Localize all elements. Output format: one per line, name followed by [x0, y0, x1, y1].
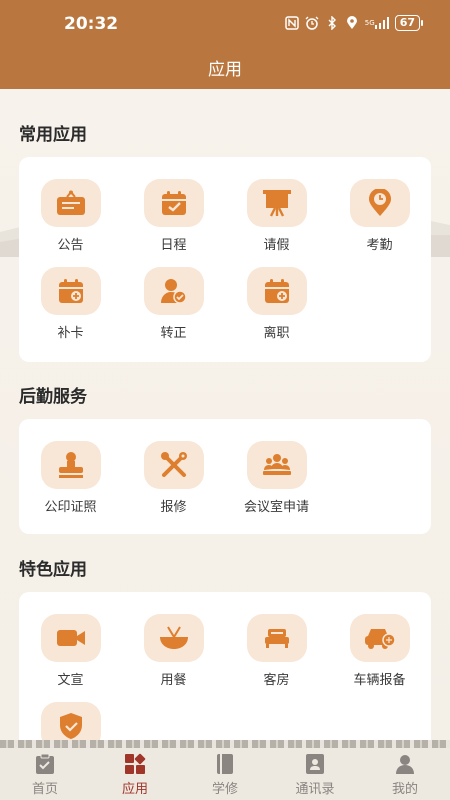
app-label: 转正 — [160, 326, 187, 341]
app-label: 客房 — [263, 673, 290, 688]
status-icons: 5G 67 — [284, 14, 424, 32]
app-label: 考勤 — [366, 238, 393, 253]
app-vehicle-report[interactable]: 车辆报备 — [328, 614, 431, 702]
app-dining[interactable]: 用餐 — [122, 614, 225, 702]
tab-home[interactable]: 首页 — [0, 748, 90, 800]
tab-study[interactable]: 学修 — [180, 748, 270, 800]
app-header: 20:32 5G 67 应用 — [0, 0, 450, 89]
seal-stamp-icon — [58, 452, 83, 478]
app-label: 日程 — [160, 238, 187, 253]
featured-apps-card: 文宣 用餐 客房 车辆报备 — [19, 592, 431, 740]
app-label: 会议室申请 — [243, 500, 309, 515]
book-icon — [217, 754, 233, 774]
app-repair[interactable]: 报修 — [122, 441, 225, 529]
car-report-icon — [364, 629, 396, 649]
status-time: 20:32 — [64, 14, 119, 34]
app-notice[interactable]: 公告 — [19, 179, 122, 267]
app-label: 车辆报备 — [353, 673, 406, 688]
app-label: 请假 — [263, 238, 290, 253]
app-regularization[interactable]: 转正 — [122, 267, 225, 355]
app-security[interactable] — [19, 702, 122, 740]
page-title: 应用 — [208, 60, 242, 80]
nfc-icon — [284, 16, 299, 30]
decorative-border — [0, 740, 450, 748]
app-label: 公告 — [57, 238, 84, 253]
app-guest-room[interactable]: 客房 — [225, 614, 328, 702]
app-label: 报修 — [160, 500, 187, 515]
section-title-common: 常用应用 — [19, 125, 87, 145]
app-meeting-room[interactable]: 会议室申请 — [225, 441, 328, 529]
tab-label: 应用 — [121, 782, 148, 797]
logistics-card: 公印证照 报修 会议室申请 — [19, 419, 431, 534]
location-clock-icon — [368, 189, 391, 216]
app-schedule[interactable]: 日程 — [122, 179, 225, 267]
app-leave[interactable]: 请假 — [225, 179, 328, 267]
app-resignation[interactable]: 离职 — [225, 267, 328, 355]
tab-mine[interactable]: 我的 — [360, 748, 450, 800]
bed-icon — [264, 629, 289, 648]
common-apps-card: 公告 日程 请假 考勤 补卡 转正 离职 — [19, 157, 431, 362]
meeting-room-icon — [262, 454, 291, 475]
tools-icon — [160, 452, 187, 477]
app-label: 离职 — [263, 326, 290, 341]
calendar-exit-icon — [264, 279, 289, 303]
tab-contacts[interactable]: 通讯录 — [270, 748, 360, 800]
tab-label: 通讯录 — [295, 782, 335, 797]
app-label: 公印证照 — [44, 500, 97, 515]
section-title-logistics: 后勤服务 — [19, 387, 87, 407]
contacts-icon — [306, 754, 324, 774]
notice-board-icon — [56, 190, 85, 215]
home-clipboard-icon — [36, 753, 54, 774]
tab-apps[interactable]: 应用 — [90, 748, 180, 800]
apps-grid-icon — [125, 753, 146, 774]
calendar-add-icon — [58, 279, 83, 303]
app-label: 文宣 — [57, 673, 84, 688]
calendar-check-icon — [161, 191, 186, 215]
location-icon — [345, 16, 359, 30]
app-seal-license[interactable]: 公印证照 — [19, 441, 122, 529]
apps-page[interactable]: 常用应用 公告 日程 请假 考勤 补卡 转正 离职 后勤服务 公印证照 报修 会… — [0, 89, 450, 740]
bowl-icon — [159, 626, 188, 649]
section-title-featured: 特色应用 — [19, 560, 87, 580]
alarm-icon — [305, 16, 319, 30]
app-label: 用餐 — [160, 673, 187, 688]
bluetooth-icon — [325, 16, 339, 30]
user-check-icon — [160, 279, 187, 304]
app-label: 补卡 — [57, 326, 84, 341]
signal-icon: 5G — [365, 16, 389, 30]
tab-label: 我的 — [391, 782, 418, 797]
easel-board-icon — [262, 190, 291, 217]
app-card-supplement[interactable]: 补卡 — [19, 267, 122, 355]
user-icon — [396, 755, 414, 774]
tab-label: 学修 — [211, 782, 238, 797]
bottom-tab-bar: 首页 应用 学修 通讯录 我的 — [0, 748, 450, 800]
shield-check-icon — [59, 713, 82, 739]
status-bar: 20:32 5G 67 — [0, 0, 450, 44]
tab-label: 首页 — [31, 782, 58, 797]
app-attendance[interactable]: 考勤 — [328, 179, 431, 267]
app-publicity[interactable]: 文宣 — [19, 614, 122, 702]
battery-indicator: 67 — [394, 15, 424, 31]
video-camera-icon — [56, 630, 85, 646]
